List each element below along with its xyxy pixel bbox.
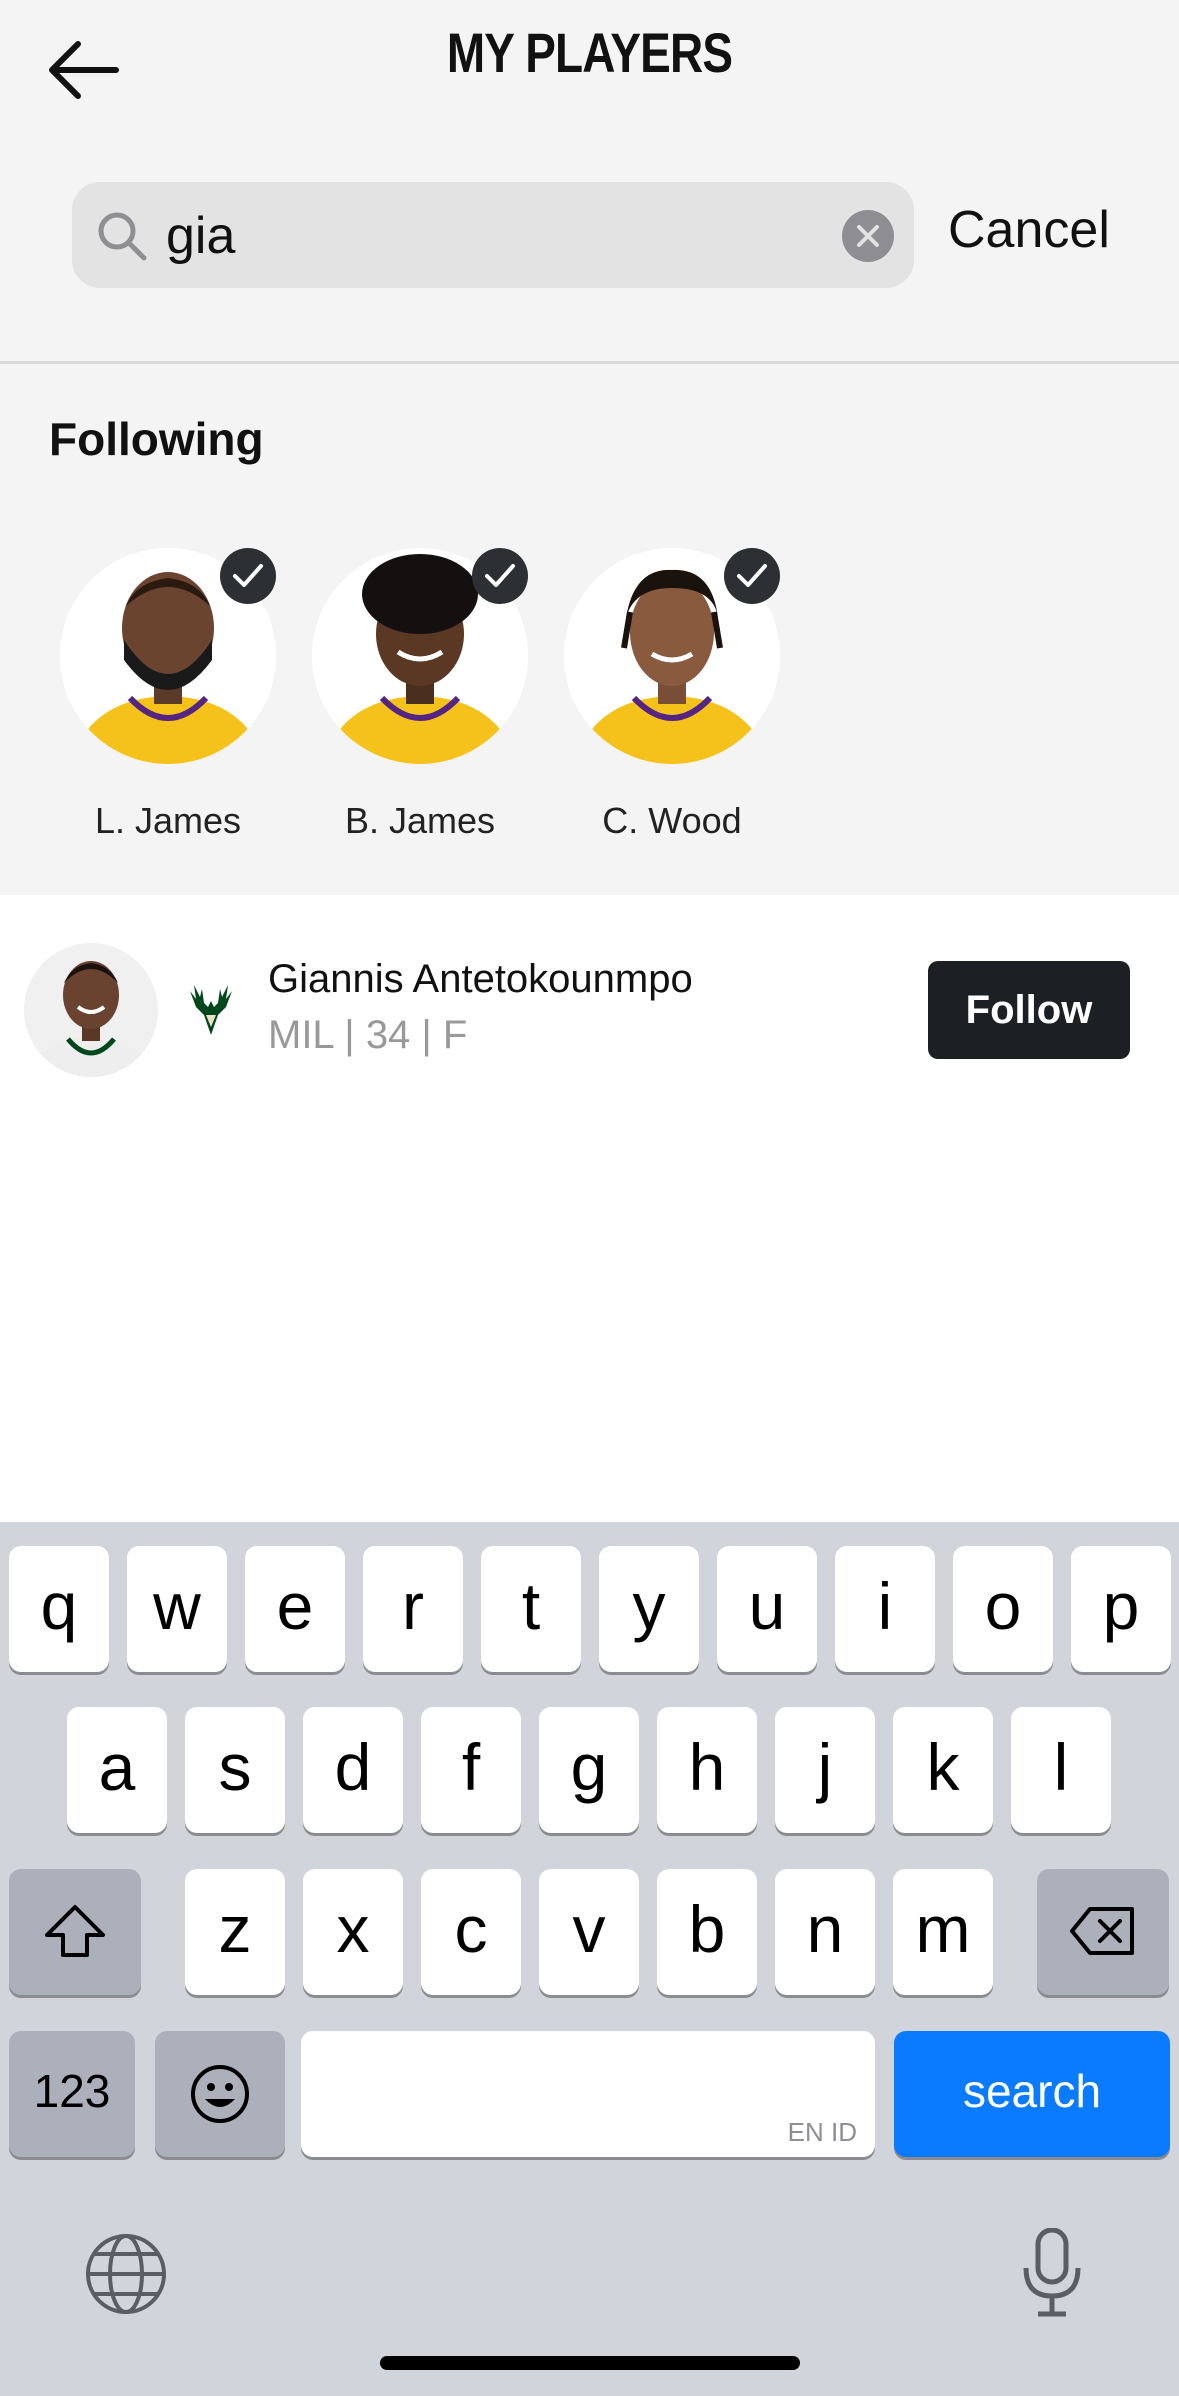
player-name: Giannis Antetokounmpo: [268, 957, 693, 1001]
key-g[interactable]: g: [539, 1707, 639, 1833]
key-l[interactable]: l: [1011, 1707, 1111, 1833]
following-player[interactable]: [60, 548, 276, 764]
shift-icon: [45, 1905, 105, 1957]
home-indicator: [380, 2356, 800, 2370]
cancel-button[interactable]: Cancel: [948, 200, 1110, 260]
key-k[interactable]: k: [893, 1707, 993, 1833]
globe-icon[interactable]: [84, 2232, 168, 2316]
following-check-icon: [724, 548, 780, 604]
key-y[interactable]: y: [599, 1546, 699, 1672]
backspace-key[interactable]: [1037, 1869, 1169, 1995]
page-title: MY PLAYERS: [446, 21, 733, 84]
following-player[interactable]: [312, 548, 528, 764]
key-i[interactable]: i: [835, 1546, 935, 1672]
key-e[interactable]: e: [245, 1546, 345, 1672]
key-b[interactable]: b: [657, 1869, 757, 1995]
key-r[interactable]: r: [363, 1546, 463, 1672]
key-u[interactable]: u: [717, 1546, 817, 1672]
player-info: MIL | 34 | F: [268, 1013, 468, 1057]
key-p[interactable]: p: [1071, 1546, 1171, 1672]
key-t[interactable]: t: [481, 1546, 581, 1672]
close-icon: [857, 225, 879, 247]
key-s[interactable]: s: [185, 1707, 285, 1833]
key-f[interactable]: f: [421, 1707, 521, 1833]
key-m[interactable]: m: [893, 1869, 993, 1995]
numbers-key[interactable]: 123: [9, 2031, 135, 2157]
key-w[interactable]: w: [127, 1546, 227, 1672]
search-result-row[interactable]: Giannis Antetokounmpo MIL | 34 | F Follo…: [0, 895, 1179, 1125]
divider: [0, 361, 1179, 364]
key-n[interactable]: n: [775, 1869, 875, 1995]
following-player[interactable]: [564, 548, 780, 764]
key-v[interactable]: v: [539, 1869, 639, 1995]
following-heading: Following: [49, 413, 264, 465]
search-input[interactable]: gia: [166, 206, 235, 266]
following-player-name: C. Wood: [602, 800, 742, 841]
microphone-icon[interactable]: [1020, 2228, 1084, 2318]
emoji-icon: [191, 2065, 249, 2123]
search-icon: [98, 212, 147, 261]
key-h[interactable]: h: [657, 1707, 757, 1833]
shift-key[interactable]: [9, 1869, 141, 1995]
key-o[interactable]: o: [953, 1546, 1053, 1672]
search-field[interactable]: gia: [72, 182, 914, 288]
key-z[interactable]: z: [185, 1869, 285, 1995]
bucks-logo-icon: [190, 985, 232, 1035]
clear-search-button[interactable]: [842, 210, 894, 262]
space-key[interactable]: EN ID: [301, 2031, 875, 2157]
top-section: MY PLAYERS gia Cancel Following L. James…: [0, 0, 1179, 895]
following-check-icon: [220, 548, 276, 604]
keyboard-language-label: EN ID: [787, 2117, 857, 2147]
follow-button[interactable]: Follow: [928, 961, 1130, 1059]
key-q[interactable]: q: [9, 1546, 109, 1672]
key-d[interactable]: d: [303, 1707, 403, 1833]
key-a[interactable]: a: [67, 1707, 167, 1833]
key-j[interactable]: j: [775, 1707, 875, 1833]
search-key[interactable]: search: [894, 2031, 1170, 2157]
backspace-icon: [1070, 1907, 1134, 1955]
key-x[interactable]: x: [303, 1869, 403, 1995]
player-avatar: [24, 943, 158, 1077]
following-check-icon: [472, 548, 528, 604]
key-c[interactable]: c: [421, 1869, 521, 1995]
emoji-key[interactable]: [155, 2031, 285, 2157]
